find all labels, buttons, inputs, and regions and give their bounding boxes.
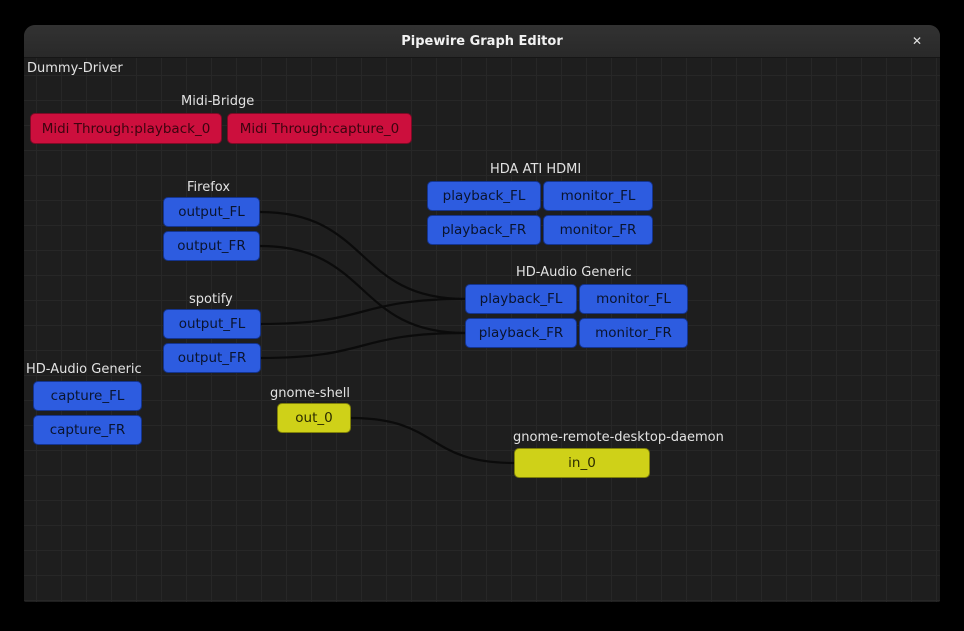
port-firefox-output-fl[interactable]: output_FL: [163, 197, 260, 227]
graph-canvas[interactable]: Dummy-Driver Midi-Bridge Midi Through:play…: [24, 58, 940, 602]
port-gnome-shell-out-0[interactable]: out_0: [277, 403, 351, 433]
port-hd-audio-generic-sink-playback-fl[interactable]: playback_FL: [465, 284, 577, 314]
port-hda-ati-hdmi-playback-fr[interactable]: playback_FR: [427, 215, 541, 245]
node-title-gnome-remote-desktop-daemon[interactable]: gnome-remote-desktop-daemon: [513, 430, 724, 445]
node-title-hd-audio-generic-sink[interactable]: HD-Audio Generic: [516, 265, 632, 280]
pipewire-graph-editor-window: Pipewire Graph Editor ✕ Dummy-Driver Midi…: [24, 25, 940, 602]
node-title-hda-ati-hdmi[interactable]: HDA ATI HDMI: [490, 162, 581, 177]
link-spotify-output-fr-to-hd-audio-generic-sink-playback-fr[interactable]: [261, 333, 465, 358]
port-midi-bridge-midi-through-playback-0[interactable]: Midi Through:playback_0: [30, 113, 222, 144]
window-title: Pipewire Graph Editor: [401, 34, 562, 49]
port-spotify-output-fl[interactable]: output_FL: [163, 309, 261, 339]
port-hd-audio-generic-sink-playback-fr[interactable]: playback_FR: [465, 318, 577, 348]
port-gnome-remote-desktop-daemon-in-0[interactable]: in_0: [514, 448, 650, 478]
port-hda-ati-hdmi-playback-fl[interactable]: playback_FL: [427, 181, 541, 211]
port-hd-audio-generic-sink-monitor-fr[interactable]: monitor_FR: [579, 318, 688, 348]
port-hda-ati-hdmi-monitor-fr[interactable]: monitor_FR: [543, 215, 653, 245]
node-title-hd-audio-generic-source[interactable]: HD-Audio Generic: [26, 362, 142, 377]
port-firefox-output-fr[interactable]: output_FR: [163, 231, 260, 261]
close-icon[interactable]: ✕: [902, 25, 932, 56]
link-gnome-shell-out-0-to-gnome-remote-desktop-daemon-in-0[interactable]: [351, 418, 514, 463]
node-title-dummy-driver[interactable]: Dummy-Driver: [27, 61, 123, 76]
node-title-gnome-shell[interactable]: gnome-shell: [270, 386, 350, 401]
node-title-spotify[interactable]: spotify: [189, 292, 233, 307]
title-bar[interactable]: Pipewire Graph Editor ✕: [24, 25, 940, 58]
link-firefox-output-fr-to-hd-audio-generic-sink-playback-fr[interactable]: [260, 246, 465, 333]
port-hda-ati-hdmi-monitor-fl[interactable]: monitor_FL: [543, 181, 653, 211]
port-hd-audio-generic-sink-monitor-fl[interactable]: monitor_FL: [579, 284, 688, 314]
node-title-midi-bridge[interactable]: Midi-Bridge: [181, 94, 254, 109]
port-spotify-output-fr[interactable]: output_FR: [163, 343, 261, 373]
port-hd-audio-generic-source-capture-fl[interactable]: capture_FL: [33, 381, 142, 411]
link-spotify-output-fl-to-hd-audio-generic-sink-playback-fl[interactable]: [261, 299, 465, 324]
port-hd-audio-generic-source-capture-fr[interactable]: capture_FR: [33, 415, 142, 445]
node-title-firefox[interactable]: Firefox: [187, 180, 230, 195]
port-midi-bridge-midi-through-capture-0[interactable]: Midi Through:capture_0: [227, 113, 412, 144]
